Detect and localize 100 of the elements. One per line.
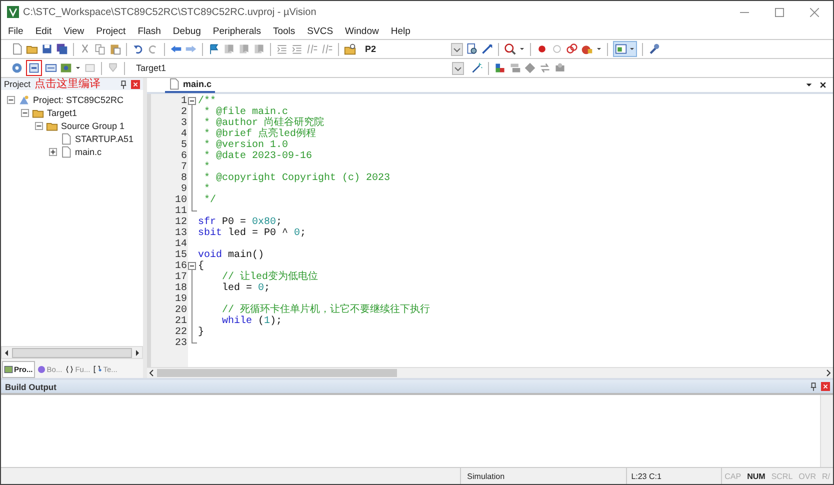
fold-toggle-icon[interactable] bbox=[187, 96, 197, 107]
uncomment-icon[interactable] bbox=[321, 43, 333, 55]
rebuild-icon[interactable] bbox=[45, 62, 57, 74]
translate-icon[interactable] bbox=[11, 62, 23, 74]
status-indicator: OVR bbox=[798, 472, 817, 480]
menu-item[interactable]: File bbox=[8, 26, 24, 36]
caret-icon[interactable] bbox=[596, 46, 602, 52]
project-tab-icon bbox=[4, 365, 13, 374]
menu-item[interactable]: Project bbox=[96, 26, 126, 36]
options-wand-icon[interactable] bbox=[471, 62, 483, 74]
tree-item[interactable]: main.c bbox=[75, 146, 102, 156]
comment-icon[interactable] bbox=[306, 43, 318, 55]
window-layout-button[interactable] bbox=[613, 41, 637, 57]
target-combobox[interactable]: Target1 bbox=[134, 62, 464, 74]
fold-toggle-icon[interactable] bbox=[187, 261, 197, 272]
line-number: 5 bbox=[180, 140, 187, 151]
line-number: 11 bbox=[174, 206, 187, 217]
new-file-icon[interactable] bbox=[11, 43, 23, 55]
caret-icon[interactable] bbox=[75, 65, 81, 71]
code-line: * @author 尚硅谷研究院 bbox=[203, 118, 324, 129]
horizontal-scrollbar[interactable] bbox=[147, 367, 833, 378]
code-line: * @brief 点亮led例程 bbox=[203, 129, 316, 140]
code-line: sfr P0 = 0x80; bbox=[198, 217, 282, 228]
line-number: 7 bbox=[180, 162, 187, 173]
chip-icon[interactable] bbox=[554, 62, 566, 74]
blocks-icon[interactable] bbox=[494, 62, 506, 74]
menu-item[interactable]: Debug bbox=[172, 26, 201, 36]
line-number: 13 bbox=[174, 228, 187, 239]
line-number: 6 bbox=[180, 151, 187, 162]
line-number: 3 bbox=[180, 118, 187, 129]
outdent-icon[interactable] bbox=[291, 43, 303, 55]
open-folder-icon[interactable] bbox=[26, 43, 38, 55]
tree-item[interactable]: STARTUP.A51 bbox=[75, 134, 134, 144]
menu-item[interactable]: Flash bbox=[138, 26, 161, 36]
menu-item[interactable]: Tools bbox=[272, 26, 296, 36]
stack-icon[interactable] bbox=[509, 62, 521, 74]
maximize-icon[interactable] bbox=[775, 8, 784, 16]
code-line: while (1); bbox=[221, 316, 282, 327]
code-line: */ bbox=[203, 195, 216, 206]
cut-icon[interactable] bbox=[79, 43, 91, 55]
caret-icon[interactable] bbox=[519, 46, 525, 52]
debug-magnifier-icon[interactable] bbox=[504, 43, 516, 55]
bookmark-flag-icon[interactable] bbox=[208, 43, 220, 55]
status-indicator: SCRL bbox=[770, 472, 794, 480]
line-number: 16 bbox=[174, 261, 187, 272]
pin-icon[interactable] bbox=[120, 80, 127, 88]
line-number: 22 bbox=[174, 327, 187, 338]
breakpoint-icon[interactable] bbox=[536, 43, 548, 55]
line-number: 10 bbox=[174, 195, 187, 206]
code-line: * bbox=[203, 184, 210, 195]
line-number: 9 bbox=[180, 184, 187, 195]
status-indicator: R/ bbox=[821, 472, 831, 480]
save-all-icon[interactable] bbox=[56, 43, 68, 55]
line-number: 15 bbox=[174, 250, 187, 261]
expander-icon[interactable] bbox=[21, 108, 29, 116]
expander-icon[interactable] bbox=[7, 96, 15, 104]
tree-item[interactable]: Project: STC89C52RC bbox=[33, 94, 124, 104]
menu-item[interactable]: Help bbox=[390, 26, 410, 36]
expander-icon[interactable] bbox=[49, 148, 57, 156]
code-line: * @date 2023-09-16 bbox=[203, 151, 312, 162]
line-number: 19 bbox=[174, 294, 187, 305]
find-in-files-icon[interactable] bbox=[344, 43, 356, 55]
tree-item[interactable]: Source Group 1 bbox=[61, 120, 125, 130]
arrows-icon[interactable] bbox=[481, 43, 493, 55]
menu-item[interactable]: Window bbox=[345, 26, 379, 36]
build-button[interactable] bbox=[26, 60, 42, 76]
menu-item[interactable]: Edit bbox=[35, 26, 52, 36]
arrows-icon[interactable] bbox=[539, 62, 551, 74]
expander-icon[interactable] bbox=[35, 122, 43, 130]
wrench-icon[interactable] bbox=[648, 43, 660, 55]
save-icon[interactable] bbox=[41, 43, 53, 55]
find-icon[interactable] bbox=[466, 43, 478, 55]
tree-item[interactable]: Target1 bbox=[47, 108, 78, 118]
menu-item[interactable]: SVCS bbox=[307, 26, 334, 36]
line-number: 8 bbox=[180, 173, 187, 184]
horizontal-scrollbar[interactable] bbox=[1, 346, 143, 359]
menu-item[interactable]: Peripherals bbox=[212, 26, 261, 36]
code-line: * @file main.c bbox=[203, 107, 288, 118]
back-arrow-icon[interactable] bbox=[170, 43, 182, 55]
file-icon bbox=[60, 146, 72, 158]
batch-build-icon[interactable] bbox=[60, 62, 72, 74]
indent-icon[interactable] bbox=[276, 43, 288, 55]
paste-icon[interactable] bbox=[109, 43, 121, 55]
rings-icon[interactable] bbox=[566, 43, 578, 55]
blob-icon[interactable] bbox=[581, 43, 593, 55]
code-line: * @copyright Copyright (c) 2023 bbox=[203, 173, 390, 184]
find-combobox[interactable]: P2 bbox=[363, 42, 463, 56]
pin-icon[interactable] bbox=[810, 382, 817, 391]
diamond-icon[interactable] bbox=[524, 62, 536, 74]
line-number: 12 bbox=[174, 217, 187, 228]
menu-item[interactable]: View bbox=[64, 26, 84, 36]
close-icon[interactable] bbox=[819, 81, 827, 89]
undo-icon[interactable] bbox=[132, 43, 144, 55]
vertical-scrollbar[interactable] bbox=[820, 395, 833, 467]
code-line: * bbox=[203, 162, 210, 173]
templates-icon bbox=[93, 365, 102, 374]
line-number: 18 bbox=[174, 283, 187, 294]
caret-icon[interactable] bbox=[805, 81, 813, 89]
code-line: // 让led变为低电位 bbox=[221, 272, 318, 283]
copy-icon[interactable] bbox=[94, 43, 106, 55]
